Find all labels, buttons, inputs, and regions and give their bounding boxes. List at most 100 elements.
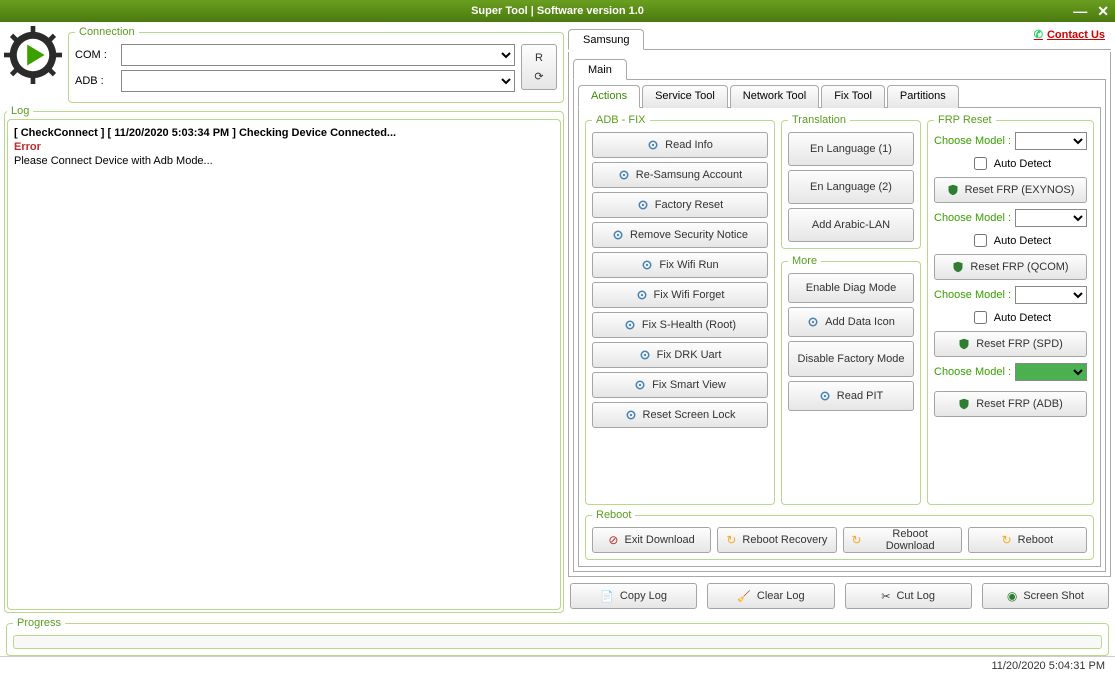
fix-wifi-forget-button[interactable]: Fix Wifi Forget: [592, 282, 768, 308]
reboot-legend: Reboot: [592, 509, 635, 521]
re-samsung-account-button[interactable]: Re-Samsung Account: [592, 162, 768, 188]
frp-model-select-1[interactable]: [1015, 132, 1087, 150]
gear-icon: [641, 259, 653, 271]
progress-bar: [13, 635, 1102, 649]
more-legend: More: [788, 255, 821, 267]
contact-us-link[interactable]: ✆ Contact Us: [1034, 28, 1105, 41]
auto-detect-checkbox-3[interactable]: [974, 311, 987, 324]
disable-factory-mode-button[interactable]: Disable Factory Mode: [788, 341, 914, 377]
reboot-icon: ↻: [1002, 533, 1012, 547]
frp-reset-group: FRP Reset Choose Model : Auto Detect Res…: [927, 114, 1094, 505]
subtab-network-tool[interactable]: Network Tool: [730, 85, 819, 108]
cut-log-button[interactable]: ✂Cut Log: [845, 583, 972, 609]
gear-icon: [634, 379, 646, 391]
adb-select[interactable]: [121, 70, 515, 92]
reset-frp-spd-button[interactable]: Reset FRP (SPD): [934, 331, 1087, 357]
add-arabic-lan-button[interactable]: Add Arabic-LAN: [788, 208, 914, 242]
frp-model-select-2[interactable]: [1015, 209, 1087, 227]
auto-detect-checkbox-1[interactable]: [974, 157, 987, 170]
frp-reset-legend: FRP Reset: [934, 114, 996, 126]
subtab-actions[interactable]: Actions: [578, 85, 640, 108]
tab-main[interactable]: Main: [573, 59, 627, 80]
gear-icon: [637, 199, 649, 211]
frp-model-select-4[interactable]: [1015, 363, 1087, 381]
scissors-icon: ✂: [881, 590, 890, 603]
read-info-button[interactable]: Read Info: [592, 132, 768, 158]
read-pit-button[interactable]: Read PIT: [788, 381, 914, 411]
gear-icon: [612, 229, 624, 241]
eraser-icon: 🧹: [737, 590, 751, 603]
main-tabstrip: Main: [573, 56, 1106, 80]
fix-drk-uart-button[interactable]: Fix DRK Uart: [592, 342, 768, 368]
remove-security-notice-button[interactable]: Remove Security Notice: [592, 222, 768, 248]
reboot-icon: ↻: [852, 533, 862, 547]
com-label: COM :: [75, 49, 115, 61]
app-logo: [4, 26, 62, 84]
minimize-button[interactable]: —: [1073, 3, 1087, 20]
tab-samsung[interactable]: Samsung: [568, 29, 644, 50]
refresh-icon: ⟳: [534, 70, 543, 83]
app-title: Super Tool | Software version 1.0: [471, 5, 644, 17]
screenshot-button[interactable]: ◉Screen Shot: [982, 583, 1109, 609]
reboot-button[interactable]: ↻Reboot: [968, 527, 1087, 553]
frp-model-select-3[interactable]: [1015, 286, 1087, 304]
adb-fix-group: ADB - FIX Read Info Re-Samsung Account F…: [585, 114, 775, 505]
gear-icon: [618, 169, 630, 181]
log-output[interactable]: [ CheckConnect ] [ 11/20/2020 5:03:34 PM…: [7, 119, 561, 610]
reset-frp-adb-button[interactable]: Reset FRP (ADB): [934, 391, 1087, 417]
reset-screen-lock-button[interactable]: Reset Screen Lock: [592, 402, 768, 428]
shield-icon: [947, 184, 959, 196]
auto-detect-checkbox-2[interactable]: [974, 234, 987, 247]
refresh-button[interactable]: R ⟳: [521, 44, 557, 90]
fix-wifi-run-button[interactable]: Fix Wifi Run: [592, 252, 768, 278]
adb-fix-legend: ADB - FIX: [592, 114, 650, 126]
reset-frp-exynos-button[interactable]: Reset FRP (EXYNOS): [934, 177, 1087, 203]
copy-icon: 📄: [600, 590, 614, 603]
statusbar-time: 11/20/2020 5:04:31 PM: [991, 660, 1105, 672]
fix-smart-view-button[interactable]: Fix Smart View: [592, 372, 768, 398]
more-group: More Enable Diag Mode Add Data Icon Disa…: [781, 255, 921, 505]
gear-icon: [625, 409, 637, 421]
en-language-1-button[interactable]: En Language (1): [788, 132, 914, 166]
gear-icon: [624, 319, 636, 331]
gear-icon: [639, 349, 651, 361]
clear-log-button[interactable]: 🧹Clear Log: [707, 583, 834, 609]
gear-icon: [636, 289, 648, 301]
reboot-recovery-button[interactable]: ↻Reboot Recovery: [717, 527, 836, 553]
log-legend: Log: [7, 105, 33, 117]
titlebar: Super Tool | Software version 1.0 — ✕: [0, 0, 1115, 22]
subtab-partitions[interactable]: Partitions: [887, 85, 959, 108]
adb-label: ADB :: [75, 75, 115, 87]
subtab-fix-tool[interactable]: Fix Tool: [821, 85, 885, 108]
reset-frp-qcom-button[interactable]: Reset FRP (QCOM): [934, 254, 1087, 280]
gear-icon: [647, 139, 659, 151]
shield-icon: [952, 261, 964, 273]
shield-icon: [958, 398, 970, 410]
whatsapp-icon: ✆: [1034, 28, 1043, 41]
connection-legend: Connection: [75, 26, 139, 38]
statusbar: 11/20/2020 5:04:31 PM: [0, 656, 1115, 674]
gear-icon: [807, 316, 819, 328]
shield-icon: [958, 338, 970, 350]
gear-icon: [819, 390, 831, 402]
translation-legend: Translation: [788, 114, 850, 126]
connection-group: Connection COM : ADB : R: [68, 26, 564, 103]
add-data-icon-button[interactable]: Add Data Icon: [788, 307, 914, 337]
com-select[interactable]: [121, 44, 515, 66]
factory-reset-button[interactable]: Factory Reset: [592, 192, 768, 218]
progress-group: Progress: [6, 617, 1109, 656]
reboot-icon: ↻: [726, 533, 736, 547]
translation-group: Translation En Language (1) En Language …: [781, 114, 921, 249]
reboot-download-button[interactable]: ↻Reboot Download: [843, 527, 962, 553]
en-language-2-button[interactable]: En Language (2): [788, 170, 914, 204]
copy-log-button[interactable]: 📄Copy Log: [570, 583, 697, 609]
camera-icon: ◉: [1007, 589, 1017, 603]
close-button[interactable]: ✕: [1097, 3, 1109, 20]
subtab-service-tool[interactable]: Service Tool: [642, 85, 728, 108]
fix-shealth-button[interactable]: Fix S-Health (Root): [592, 312, 768, 338]
log-group: Log [ CheckConnect ] [ 11/20/2020 5:03:3…: [4, 105, 564, 613]
enable-diag-mode-button[interactable]: Enable Diag Mode: [788, 273, 914, 303]
exit-download-button[interactable]: ⊘Exit Download: [592, 527, 711, 553]
stop-icon: ⊘: [608, 533, 618, 547]
reboot-group: Reboot ⊘Exit Download ↻Reboot Recovery ↻…: [585, 509, 1094, 560]
